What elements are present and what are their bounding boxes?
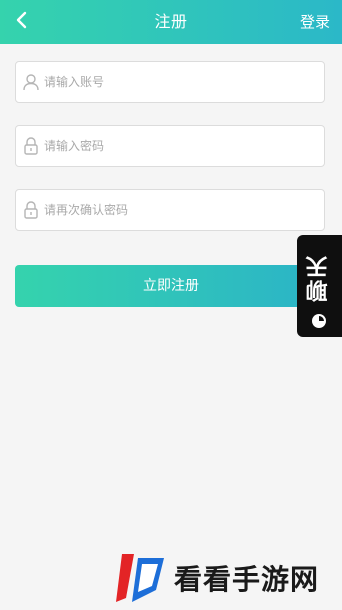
login-link[interactable]: 登录 [300,0,330,44]
confirm-password-input[interactable] [44,190,314,230]
register-button[interactable]: 立即注册 [15,265,327,307]
password-input[interactable] [44,126,314,166]
user-icon [23,74,39,91]
watermark-text: 看看手游网 [174,563,320,596]
account-field[interactable] [15,61,325,103]
confirm-password-field[interactable] [15,189,325,231]
lock-icon [24,201,38,219]
chat-tab[interactable]: 聊天 [297,235,342,337]
account-input[interactable] [44,62,314,102]
app-header: 注册 登录 [0,0,342,44]
watermark-logo-icon [116,554,164,602]
page-title: 注册 [154,12,188,31]
chat-tab-label: 聊天 [306,254,332,302]
password-field[interactable] [15,125,325,167]
chat-dot-icon [312,314,326,328]
lock-icon [24,137,38,155]
watermark: 看看手游网 [112,548,342,608]
